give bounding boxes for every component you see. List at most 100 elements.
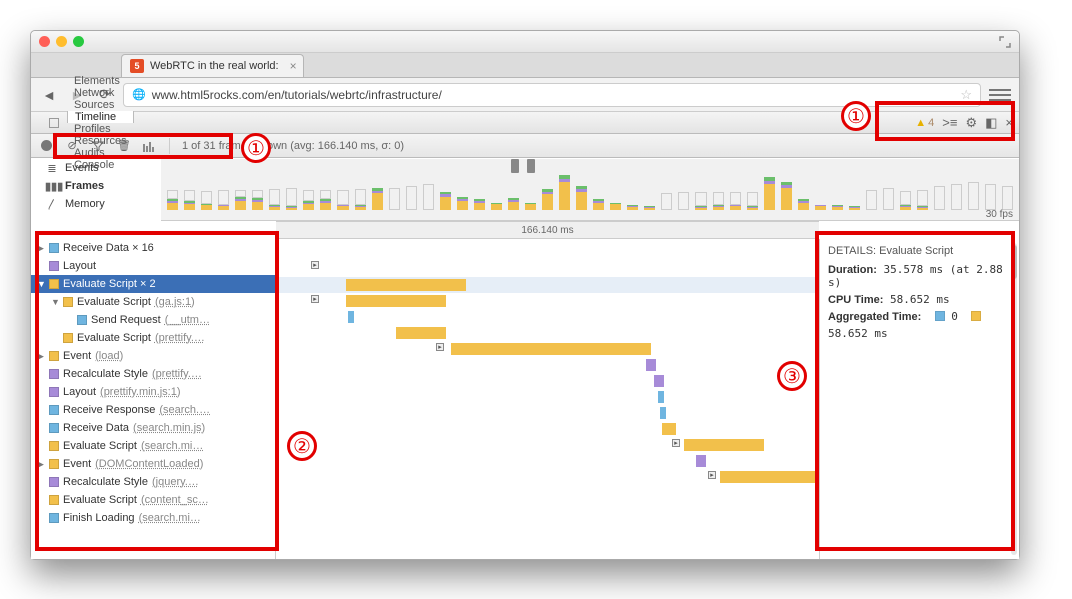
flame-bar[interactable]: [646, 359, 656, 371]
tree-row[interactable]: Evaluate Script (content_sc…: [31, 491, 275, 509]
flame-bar[interactable]: [396, 327, 446, 339]
overview-bar[interactable]: [713, 192, 724, 210]
flame-bar[interactable]: [654, 375, 664, 387]
disclosure-arrow-icon[interactable]: ▼: [37, 279, 45, 289]
overview-bar[interactable]: [440, 192, 451, 210]
flame-expand-handle[interactable]: ▸: [672, 439, 680, 447]
overview-bar[interactable]: [1002, 186, 1013, 210]
devtools-tab-network[interactable]: Network: [67, 87, 134, 99]
flame-bar[interactable]: [720, 471, 819, 483]
tree-row[interactable]: Finish Loading (search.mi…: [31, 509, 275, 527]
tree-row[interactable]: ▶Event (DOMContentLoaded): [31, 455, 275, 473]
overview-bar[interactable]: [389, 188, 400, 210]
flame-bar[interactable]: [346, 295, 446, 307]
overview-bar[interactable]: [951, 184, 962, 210]
tree-row[interactable]: ▶Event (load): [31, 347, 275, 365]
overview-bar[interactable]: [900, 191, 911, 210]
back-button[interactable]: ◄: [39, 85, 59, 105]
filter-icon[interactable]: [91, 139, 105, 153]
overview-bar[interactable]: [423, 184, 434, 210]
overview-bar[interactable]: [781, 182, 792, 210]
flame-expand-handle[interactable]: ▸: [311, 295, 319, 303]
flame-expand-handle[interactable]: ▸: [708, 471, 716, 479]
browser-tab[interactable]: 5 WebRTC in the real world: ×: [121, 54, 304, 77]
flame-bar[interactable]: [451, 343, 651, 355]
flame-bar[interactable]: [684, 439, 764, 451]
overview-bar[interactable]: [917, 190, 928, 210]
disclosure-arrow-icon[interactable]: ▶: [37, 243, 45, 254]
tree-row[interactable]: Recalculate Style (prettify.…: [31, 365, 275, 383]
overview-bar[interactable]: [764, 177, 775, 210]
overview-bar[interactable]: [849, 206, 860, 210]
tree-row[interactable]: ▼Evaluate Script (ga.js:1): [31, 293, 275, 311]
tree-row[interactable]: Layout (prettify.min.js:1): [31, 383, 275, 401]
overview-bar[interactable]: [576, 186, 587, 210]
overview-bar[interactable]: [934, 186, 945, 210]
tree-row[interactable]: ▼Evaluate Script × 2: [31, 275, 275, 293]
overview-bar[interactable]: [218, 190, 229, 210]
flame-chart[interactable]: ▸ ▸ ▸ ▸ ▸: [276, 239, 819, 559]
overview-bar[interactable]: [303, 190, 314, 210]
address-bar[interactable]: 🌐 www.html5rocks.com/en/tutorials/webrtc…: [123, 83, 981, 107]
timeline-overview[interactable]: 30 fps: [161, 159, 1019, 221]
overview-bar[interactable]: [730, 192, 741, 210]
window-close-button[interactable]: [39, 36, 50, 47]
overview-bar[interactable]: [337, 190, 348, 210]
window-minimize-button[interactable]: [56, 36, 67, 47]
flame-bar[interactable]: [658, 391, 664, 403]
overview-bar[interactable]: [883, 188, 894, 210]
overview-bar[interactable]: [747, 192, 758, 210]
tree-row[interactable]: Evaluate Script (search.mi…: [31, 437, 275, 455]
overview-bar[interactable]: [201, 191, 212, 210]
record-button[interactable]: [39, 139, 53, 153]
overview-bar[interactable]: [406, 186, 417, 210]
overview-bar[interactable]: [508, 198, 519, 210]
menu-button[interactable]: [989, 84, 1011, 106]
flame-bar[interactable]: [348, 311, 354, 323]
mode-events[interactable]: ≣Events: [31, 159, 141, 177]
mode-memory[interactable]: 〳Memory: [31, 195, 141, 213]
disclosure-arrow-icon[interactable]: ▶: [37, 459, 45, 470]
overview-bar[interactable]: [269, 189, 280, 210]
site-info-icon[interactable]: 🌐: [132, 88, 146, 101]
overview-bar[interactable]: [235, 190, 246, 210]
overview-bar[interactable]: [610, 203, 621, 210]
overview-bar[interactable]: [525, 203, 536, 210]
dock-icon[interactable]: ◧: [985, 115, 997, 131]
flame-bar[interactable]: [346, 279, 466, 291]
overview-bar[interactable]: [678, 192, 689, 210]
overview-bar[interactable]: [968, 182, 979, 210]
flame-expand-handle[interactable]: ▸: [311, 261, 319, 269]
tree-row[interactable]: Evaluate Script (prettify.…: [31, 329, 275, 347]
devtools-tab-timeline[interactable]: Timeline: [67, 111, 134, 123]
settings-gear-icon[interactable]: ⚙: [965, 115, 977, 131]
flame-bar[interactable]: [696, 455, 706, 467]
overview-bar[interactable]: [457, 197, 468, 210]
tree-row[interactable]: Send Request (__utm…: [31, 311, 275, 329]
overview-bar[interactable]: [355, 189, 366, 210]
bookmark-star-icon[interactable]: ☆: [960, 87, 972, 103]
devtools-tab-profiles[interactable]: Profiles: [67, 123, 134, 135]
fullscreen-icon[interactable]: [999, 36, 1011, 48]
disclosure-arrow-icon[interactable]: ▶: [37, 351, 45, 362]
overview-bar[interactable]: [593, 199, 604, 210]
overview-bar[interactable]: [866, 190, 877, 210]
overview-bar[interactable]: [167, 190, 178, 210]
console-toggle-icon[interactable]: >≡: [942, 115, 957, 130]
overview-bar[interactable]: [252, 190, 263, 210]
overview-bar[interactable]: [286, 188, 297, 210]
inspect-icon[interactable]: [49, 118, 59, 128]
flame-expand-handle[interactable]: ▸: [436, 343, 444, 351]
records-tree[interactable]: ▶Receive Data × 16Layout▼Evaluate Script…: [31, 239, 276, 559]
tree-row[interactable]: Receive Data (search.min.js): [31, 419, 275, 437]
overview-bar[interactable]: [985, 184, 996, 210]
overview-bar[interactable]: [184, 190, 195, 210]
garbage-collect-icon[interactable]: 🗑: [117, 139, 131, 153]
overview-bar[interactable]: [798, 199, 809, 210]
overview-bar[interactable]: [372, 188, 383, 210]
tree-row[interactable]: Layout: [31, 257, 275, 275]
overview-bar[interactable]: [815, 205, 826, 210]
flame-bar[interactable]: [660, 407, 666, 419]
tree-row[interactable]: Recalculate Style (jquery.…: [31, 473, 275, 491]
window-zoom-button[interactable]: [73, 36, 84, 47]
